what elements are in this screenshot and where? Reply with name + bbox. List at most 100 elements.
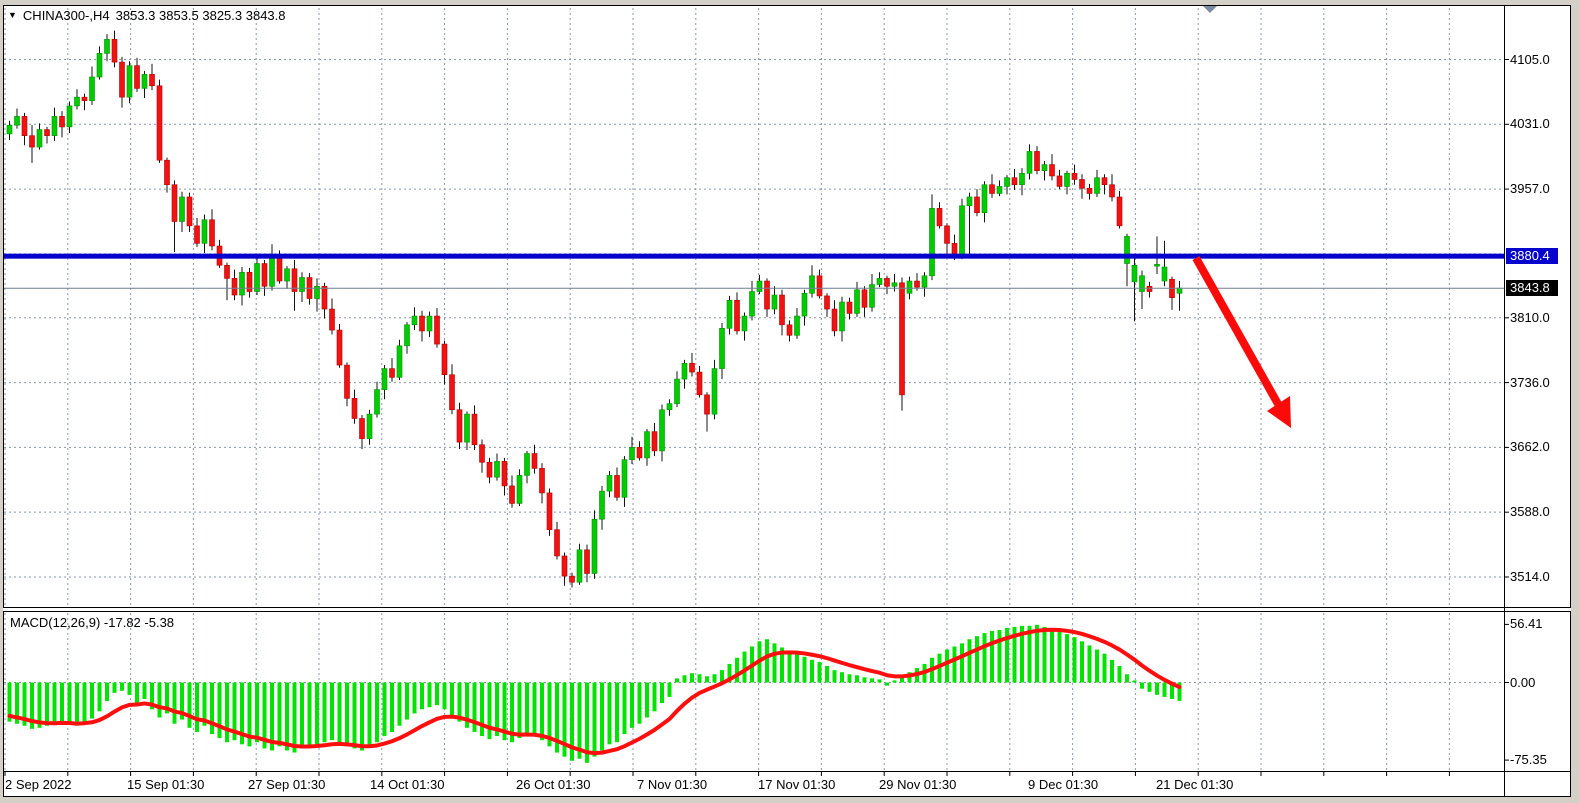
candle: [547, 493, 552, 530]
price-axis-label: 3588.0: [1510, 505, 1550, 519]
candle: [480, 445, 485, 463]
candle: [832, 309, 837, 331]
candle: [1027, 151, 1032, 173]
macd-indicator-label: MACD(12,26,9) -17.82 -5.38: [10, 615, 174, 630]
candle: [787, 325, 792, 336]
price-axis-label: 4105.0: [1510, 53, 1550, 67]
candle: [1095, 178, 1100, 194]
candle: [1125, 236, 1130, 263]
candle: [780, 295, 785, 325]
candle: [570, 576, 575, 582]
horizontal-support-line[interactable]: [4, 254, 1504, 259]
candle: [562, 556, 567, 576]
candle: [960, 206, 965, 255]
candle: [1005, 178, 1010, 187]
candle: [127, 66, 132, 98]
candle: [900, 283, 905, 395]
date-axis-label: 29 Nov 01:30: [879, 777, 956, 792]
candle: [255, 264, 260, 292]
candle: [600, 491, 605, 519]
candle: [240, 272, 245, 295]
candle: [232, 278, 237, 295]
candle: [322, 286, 327, 309]
candle: [630, 447, 635, 459]
candle: [1012, 178, 1017, 185]
trend-arrow-shaft[interactable]: [1196, 258, 1278, 404]
candle: [840, 302, 845, 331]
candle: [862, 290, 867, 308]
macd-axis-label: 0.00: [1510, 676, 1535, 690]
candle: [300, 278, 305, 292]
current-price-tag: 3843.8: [1506, 280, 1558, 296]
date-axis-label: 9 Dec 01:30: [1028, 777, 1098, 792]
candle: [225, 265, 230, 278]
candle: [727, 300, 732, 328]
candle: [825, 296, 830, 309]
candle: [120, 62, 125, 97]
candle: [967, 197, 972, 206]
candle: [975, 197, 980, 213]
candle: [262, 264, 267, 287]
candle: [172, 185, 177, 222]
candle: [1087, 188, 1092, 193]
candle: [577, 550, 582, 582]
candle: [592, 519, 597, 573]
candle: [412, 316, 417, 325]
candle: [337, 330, 342, 365]
candle: [915, 281, 920, 287]
candle: [1162, 267, 1167, 281]
candle: [450, 375, 455, 410]
candle: [150, 74, 155, 85]
candle: [390, 369, 395, 378]
candle: [615, 475, 620, 497]
candle: [90, 77, 95, 101]
candle: [285, 269, 290, 281]
candle: [675, 379, 680, 404]
candle: [772, 295, 777, 309]
candle: [30, 136, 35, 147]
candle: [187, 197, 192, 226]
candle: [705, 395, 710, 414]
candle: [375, 390, 380, 415]
candle: [757, 281, 762, 292]
candle: [367, 414, 372, 439]
candle: [810, 276, 815, 294]
chart-shift-marker[interactable]: [1203, 6, 1217, 13]
candle: [652, 432, 657, 451]
candle: [345, 365, 350, 398]
candle: [997, 186, 1002, 193]
candle: [142, 74, 147, 88]
candle: [37, 130, 42, 148]
date-axis-label: 2 Sep 2022: [5, 777, 72, 792]
candle: [1035, 151, 1040, 170]
candle: [157, 86, 162, 160]
candle: [540, 468, 545, 493]
candle: [907, 281, 912, 293]
candle: [270, 257, 275, 287]
ohlc-readout: 3853.3 3853.5 3825.3 3843.8: [116, 8, 286, 23]
symbol-dropdown-icon[interactable]: ▼: [8, 9, 17, 22]
candle: [1102, 178, 1107, 185]
candle: [555, 530, 560, 556]
candle: [352, 398, 357, 418]
candle: [67, 106, 72, 127]
candle: [457, 410, 462, 442]
candle: [510, 486, 515, 504]
candle: [180, 197, 185, 222]
macd-axis-label: 56.41: [1510, 617, 1543, 631]
candle: [97, 53, 102, 77]
candle: [645, 432, 650, 458]
candle: [952, 243, 957, 254]
candle: [885, 278, 890, 286]
candle: [45, 130, 50, 136]
candle: [105, 39, 110, 53]
candle: [750, 292, 755, 317]
candle: [1020, 173, 1025, 184]
candle: [435, 316, 440, 344]
price-axis-label: 3810.0: [1510, 311, 1550, 325]
candle: [517, 475, 522, 503]
candle: [60, 116, 65, 127]
candle: [397, 346, 402, 378]
candlestick-chart-canvas[interactable]: [0, 0, 1579, 803]
candle: [1110, 185, 1115, 197]
